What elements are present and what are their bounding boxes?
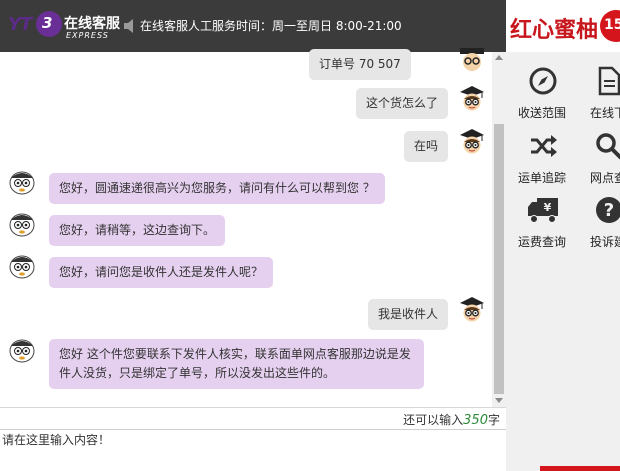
chat-scrollbar[interactable] (492, 52, 506, 407)
char-counter-bar: 还可以输入350字 (0, 407, 506, 429)
truck-yen-icon: ¥ (528, 198, 558, 223)
agent-avatar-icon (9, 213, 35, 237)
chat-window: YT 3 在线客服 EXPRESS 在线客服人工服务时间：周一至周日 8:00-… (0, 0, 620, 471)
compass-icon (529, 67, 557, 95)
user-avatar-icon (460, 129, 484, 154)
tool-online-order[interactable]: 在线下 (578, 66, 620, 126)
tool-label: 运费查询 (517, 235, 566, 249)
agent-avatar-icon (9, 171, 35, 195)
message-bubble-agent: 您好，请问您是收件人还是发件人呢？ (49, 257, 274, 288)
svg-text:?: ? (604, 200, 614, 221)
service-hours: 在线客服人工服务时间：周一至周日 8:00-21:00 (140, 19, 402, 33)
yto-logo: YT (8, 14, 32, 35)
svg-text:¥: ¥ (544, 201, 552, 214)
logo-title: 在线客服 (64, 16, 120, 32)
message-list[interactable]: 订单号 70 507 这个货怎么了 在吗 您好，圆通速递很高兴为您服务，请问有什… (0, 48, 506, 407)
user-avatar-icon (460, 86, 484, 111)
header-bar: YT 3 在线客服 EXPRESS 在线客服人工服务时间：周一至周日 8:00-… (0, 0, 506, 52)
tool-complaint[interactable]: ? 投诉建 (578, 195, 620, 255)
logo-subtitle: EXPRESS (66, 31, 109, 40)
tool-label: 运单追踪 (517, 171, 566, 185)
speaker-icon (124, 19, 133, 33)
message-bubble-user: 订单号 70 507 (309, 49, 411, 80)
tool-freight-query[interactable]: ¥ 运费查询 (512, 195, 572, 255)
tool-outlet-search[interactable]: 网点查 (578, 131, 620, 191)
tool-label: 网点查 (589, 171, 620, 185)
tool-delivery-range[interactable]: 收送范围 (512, 66, 572, 126)
scroll-thumb[interactable] (494, 124, 504, 394)
message-bubble-user: 我是收件人 (368, 299, 449, 330)
promo-banner[interactable]: 红心蜜柚 15 (506, 0, 620, 52)
message-bubble-agent: 您好，请稍等，这边查询下。 (49, 215, 226, 246)
bottom-red-strip (540, 466, 620, 471)
message-input[interactable] (0, 430, 506, 471)
tool-label: 收送范围 (517, 106, 566, 120)
message-input-area (0, 429, 506, 471)
search-icon (596, 133, 620, 160)
promo-banner-text: 红心蜜柚 (510, 17, 599, 43)
message-bubble-agent: 您好，圆通速递很高兴为您服务，请问有什么可以帮到您 ？ (49, 173, 385, 204)
promo-badge-number: 15 (604, 17, 620, 33)
message-bubble-user: 在吗 (404, 131, 449, 162)
message-bubble-user: 这个货怎么了 (356, 88, 449, 119)
shuffle-icon (531, 135, 557, 157)
yto-logo-badge: 3 (36, 11, 62, 37)
scroll-up-arrow-icon[interactable] (495, 55, 503, 60)
question-icon: ? (596, 197, 620, 223)
tool-label: 在线下 (589, 106, 620, 120)
message-bubble-agent: 您好 这个件您要联系下发件人核实，联系面单网点客服那边说是发件人没货，只是绑定了… (49, 339, 424, 389)
user-avatar-icon (460, 48, 484, 71)
char-count: 350 (463, 413, 488, 428)
document-icon (598, 66, 620, 96)
char-counter: 还可以输入350字 (403, 413, 500, 428)
agent-avatar-icon (9, 339, 35, 363)
tools-sidebar: 红心蜜柚 15 收送范围 在线下 运单追踪 网点查 ¥ 运费查询 ? 投诉建 (506, 0, 620, 471)
user-avatar-icon (460, 297, 484, 322)
tool-waybill-tracking[interactable]: 运单追踪 (512, 131, 572, 191)
scroll-down-arrow-icon[interactable] (495, 398, 503, 403)
agent-avatar-icon (9, 255, 35, 279)
tool-label: 投诉建 (589, 235, 620, 249)
